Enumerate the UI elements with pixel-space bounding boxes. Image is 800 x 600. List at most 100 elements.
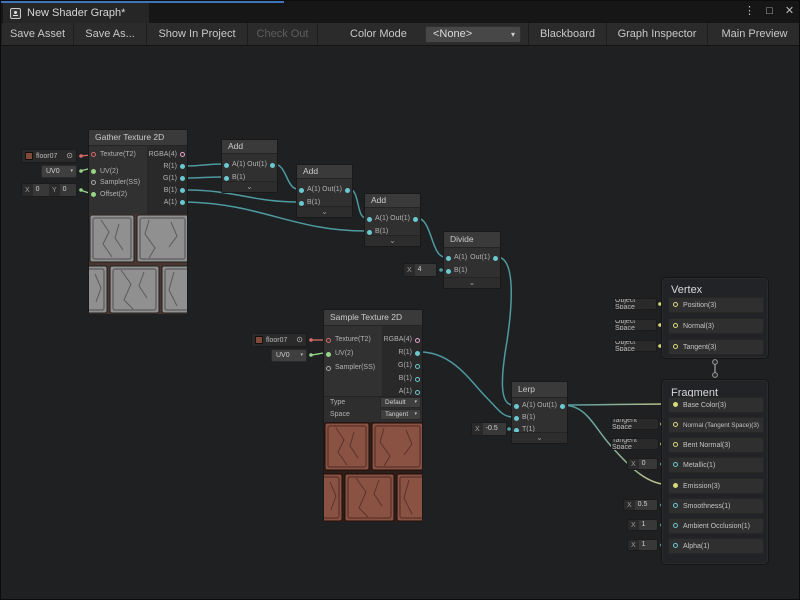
- block-row-bent-normal[interactable]: Bent Normal(3): [668, 437, 764, 453]
- block-row-normal[interactable]: Normal(3): [668, 318, 764, 334]
- node-title[interactable]: Sample Texture 2D: [324, 310, 422, 326]
- node-gather-texture-2d[interactable]: Gather Texture 2D Texture(T2) UV(2) Samp…: [88, 129, 188, 313]
- offset-vector2-field[interactable]: X 0 Y 0: [21, 183, 77, 197]
- show-in-project-button[interactable]: Show In Project: [147, 23, 248, 45]
- node-title[interactable]: Add: [297, 165, 352, 179]
- smoothness-value-field[interactable]: X 0.5: [623, 499, 658, 511]
- maximize-icon[interactable]: □: [762, 4, 777, 19]
- save-asset-button[interactable]: Save Asset: [1, 23, 74, 45]
- x-component-value[interactable]: 4: [415, 264, 436, 276]
- object-picker-icon[interactable]: ⊙: [296, 336, 303, 344]
- texture-asset-field[interactable]: floor07 ⊙: [251, 333, 307, 347]
- port-out[interactable]: [345, 188, 350, 193]
- block-row-alpha[interactable]: Alpha(1): [668, 538, 764, 554]
- block-row-normal-ts[interactable]: Normal (Tangent Space)(3): [668, 417, 764, 433]
- x-component-value[interactable]: 0: [33, 184, 49, 196]
- space-dropdown[interactable]: Tangent ▾: [380, 409, 421, 420]
- save-as-button[interactable]: Save As...: [74, 23, 147, 45]
- port-uv-in[interactable]: [326, 352, 331, 357]
- port-a-in[interactable]: [446, 256, 451, 261]
- port-b-out[interactable]: [180, 188, 185, 193]
- block-row-metallic[interactable]: Metallic(1): [668, 457, 764, 473]
- port-metallic-in[interactable]: [673, 462, 678, 467]
- vertex-context-block[interactable]: Vertex Position(3) Normal(3) Tangent(3): [661, 277, 769, 359]
- type-dropdown[interactable]: Default ▾: [380, 397, 421, 408]
- node-divide[interactable]: Divide A(1) B(1) Out(1) ⌄: [443, 231, 501, 289]
- node-title[interactable]: Add: [222, 140, 277, 154]
- port-r-out[interactable]: [180, 164, 185, 169]
- x-component-value[interactable]: 0: [639, 459, 657, 469]
- port-out[interactable]: [493, 256, 498, 261]
- collapse-chevron-icon[interactable]: ⌄: [444, 277, 500, 288]
- main-preview-button[interactable]: Main Preview: [708, 23, 800, 45]
- block-row-ambient-occlusion[interactable]: Ambient Occlusion(1): [668, 518, 764, 534]
- port-texture-in[interactable]: [326, 338, 331, 343]
- x-component-value[interactable]: -0.5: [483, 423, 506, 435]
- window-menu-icon[interactable]: ⋮: [742, 4, 757, 19]
- uv-channel-dropdown[interactable]: UV0 ▾: [271, 349, 307, 362]
- port-offset-in[interactable]: [91, 192, 96, 197]
- node-add-3[interactable]: Add A(1) B(1) Out(1) ⌄: [364, 193, 421, 247]
- block-row-smoothness[interactable]: Smoothness(1): [668, 498, 764, 514]
- port-bent-normal-in[interactable]: [673, 442, 678, 447]
- port-out[interactable]: [560, 404, 565, 409]
- port-a-in[interactable]: [367, 217, 372, 222]
- port-r-out[interactable]: [415, 351, 420, 356]
- node-title[interactable]: Gather Texture 2D: [89, 130, 187, 146]
- texture-asset-field[interactable]: floor07 ⊙: [21, 149, 77, 163]
- collapse-chevron-icon[interactable]: ⌄: [297, 206, 352, 217]
- port-out[interactable]: [413, 217, 418, 222]
- space-chip-object[interactable]: Object Space: [614, 298, 657, 310]
- block-row-emission[interactable]: Emission(3): [668, 478, 764, 494]
- node-title[interactable]: Add: [365, 194, 420, 208]
- ambient-occlusion-value-field[interactable]: X 1: [627, 519, 658, 531]
- lerp-t-value-field[interactable]: X -0.5: [471, 422, 507, 436]
- tab-new-shader-graph[interactable]: New Shader Graph*: [3, 3, 149, 23]
- metallic-value-field[interactable]: X 0: [627, 458, 658, 470]
- alpha-value-field[interactable]: X 1: [627, 539, 658, 551]
- space-chip-tangent[interactable]: Tangent Space: [611, 438, 659, 450]
- object-picker-icon[interactable]: ⊙: [66, 152, 73, 160]
- blackboard-button[interactable]: Blackboard: [528, 23, 607, 45]
- port-smoothness-in[interactable]: [673, 503, 678, 508]
- uv-channel-dropdown[interactable]: UV0 ▾: [41, 165, 77, 178]
- y-component-value[interactable]: 0: [60, 184, 76, 196]
- port-tangent-in[interactable]: [673, 344, 678, 349]
- port-emission-in[interactable]: [673, 483, 678, 488]
- node-title[interactable]: Divide: [444, 232, 500, 248]
- x-component-value[interactable]: 0.5: [635, 500, 657, 510]
- node-add-1[interactable]: Add A(1) B(1) Out(1) ⌄: [221, 139, 278, 193]
- port-a-out[interactable]: [180, 200, 185, 205]
- port-b-out[interactable]: [415, 377, 420, 382]
- collapse-chevron-icon[interactable]: ⌄: [365, 235, 420, 246]
- port-texture-in[interactable]: [91, 152, 96, 157]
- collapse-chevron-icon[interactable]: ⌄: [222, 181, 277, 192]
- port-a-in[interactable]: [514, 404, 519, 409]
- fragment-context-block[interactable]: Fragment Base Color(3) Normal (Tangent S…: [661, 379, 769, 565]
- port-a-in[interactable]: [299, 188, 304, 193]
- space-chip-object[interactable]: Object Space: [614, 319, 657, 331]
- color-mode-dropdown[interactable]: <None> ▾: [425, 26, 521, 43]
- node-sample-texture-2d[interactable]: Sample Texture 2D Texture(T2) UV(2) Samp…: [323, 309, 423, 521]
- port-base-color-in[interactable]: [673, 402, 678, 407]
- port-position-in[interactable]: [673, 302, 678, 307]
- x-component-value[interactable]: 1: [639, 520, 657, 530]
- port-alpha-in[interactable]: [673, 543, 678, 548]
- block-row-tangent[interactable]: Tangent(3): [668, 339, 764, 355]
- x-component-value[interactable]: 1: [639, 540, 657, 550]
- collapse-chevron-icon[interactable]: ⌄: [512, 432, 567, 443]
- port-rgba-out[interactable]: [180, 152, 185, 157]
- close-icon[interactable]: ✕: [782, 4, 797, 19]
- graph-inspector-button[interactable]: Graph Inspector: [607, 23, 708, 45]
- port-rgba-out[interactable]: [415, 338, 420, 343]
- port-sampler-in[interactable]: [326, 366, 331, 371]
- port-a-out[interactable]: [415, 390, 420, 395]
- port-uv-in[interactable]: [91, 169, 96, 174]
- port-g-out[interactable]: [415, 364, 420, 369]
- port-sampler-in[interactable]: [91, 180, 96, 185]
- port-b-in[interactable]: [446, 269, 451, 274]
- node-title[interactable]: Lerp: [512, 382, 567, 398]
- port-g-out[interactable]: [180, 176, 185, 181]
- port-a-in[interactable]: [224, 163, 229, 168]
- port-normal-ts-in[interactable]: [673, 422, 678, 427]
